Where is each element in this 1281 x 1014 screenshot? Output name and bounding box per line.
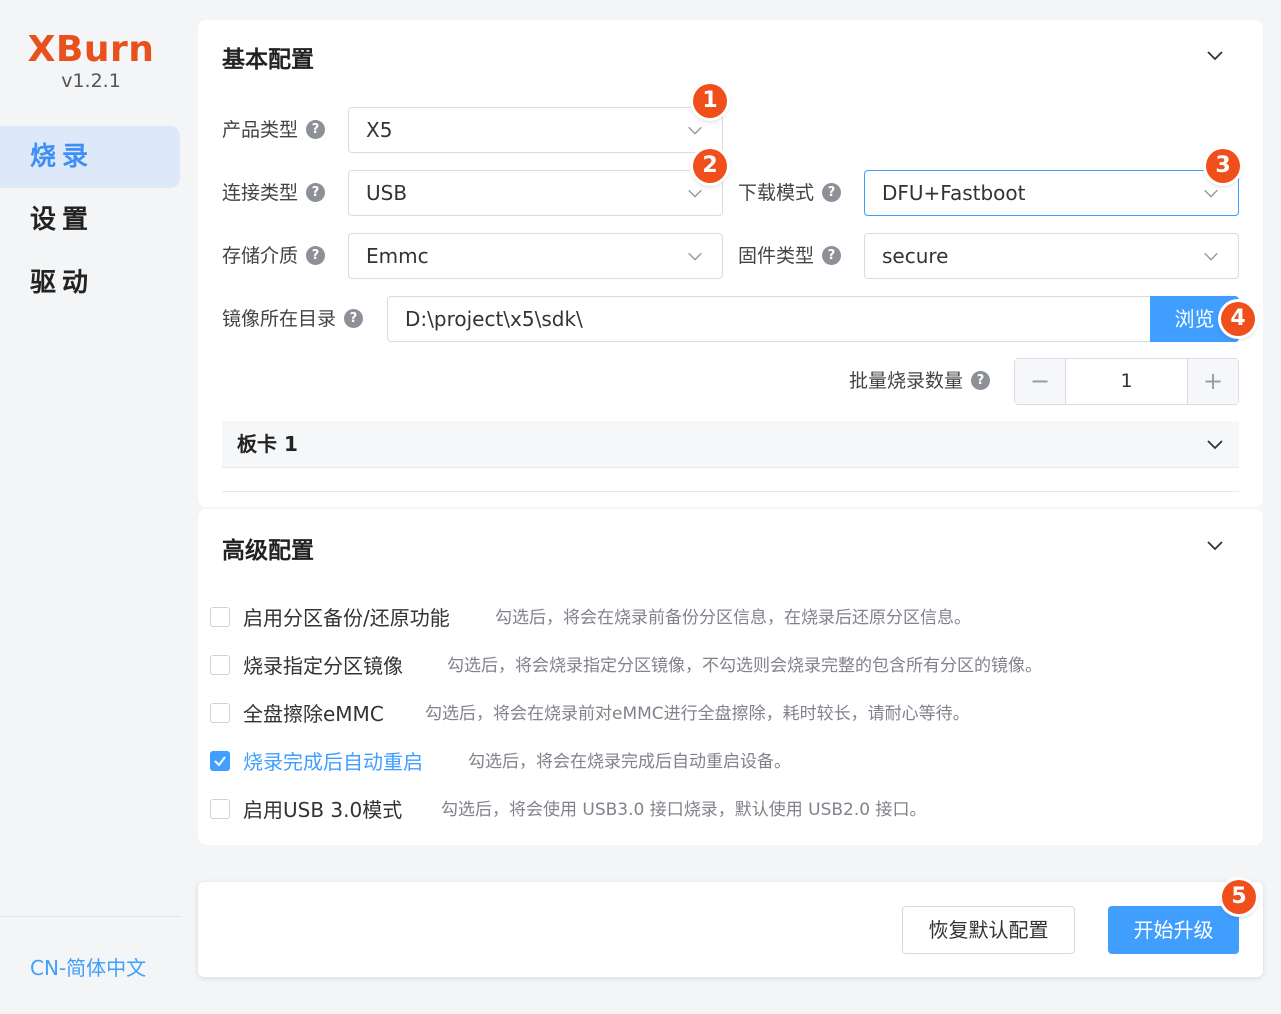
reset-defaults-button[interactable]: 恢复默认配置: [902, 906, 1075, 954]
option-label[interactable]: 启用分区备份/还原功能: [243, 603, 450, 633]
advanced-config-title: 高级配置: [222, 538, 314, 564]
option-label[interactable]: 全盘擦除eMMC: [243, 699, 384, 729]
checkbox[interactable]: [210, 607, 230, 627]
storage-select[interactable]: Emmc: [348, 233, 723, 279]
option-desc: 勾选后，将会在烧录完成后自动重启设备。: [468, 752, 791, 772]
decrement-button[interactable]: −: [1015, 359, 1066, 404]
help-icon[interactable]: ?: [306, 119, 326, 139]
chevron-down-icon: [688, 126, 702, 135]
batch-count-value[interactable]: 1: [1066, 359, 1187, 404]
advanced-collapse-chevron-icon[interactable]: [1205, 535, 1225, 555]
download-mode-label: 下载模式?: [738, 170, 842, 216]
checkbox-checked[interactable]: [210, 751, 230, 771]
option-desc: 勾选后，将会烧录指定分区镜像，不勾选则会烧录完整的包含所有分区的镜像。: [447, 656, 1042, 676]
board-title: 板卡 1: [237, 432, 298, 456]
option-label[interactable]: 启用USB 3.0模式: [243, 795, 402, 825]
increment-button[interactable]: +: [1187, 359, 1238, 404]
board-panel-header[interactable]: 板卡 1: [222, 421, 1239, 468]
connect-type-select[interactable]: USB: [348, 170, 723, 216]
checkbox[interactable]: [210, 655, 230, 675]
check-icon: [214, 756, 226, 767]
chevron-down-icon: [688, 189, 702, 198]
product-type-select[interactable]: X5: [348, 107, 723, 153]
app-version: v1.2.1: [61, 70, 121, 92]
nav-item-burn[interactable]: 烧录: [0, 126, 180, 188]
image-dir-label: 镜像所在目录?: [222, 296, 364, 342]
sidebar: XBurn v1.2.1 烧录 设置 驱动 CN-简体中文: [0, 0, 182, 1014]
image-dir-input[interactable]: D:\project\x5\sdk\: [387, 296, 1157, 342]
option-desc: 勾选后，将会使用 USB3.0 接口烧录，默认使用 USB2.0 接口。: [441, 800, 927, 820]
chevron-down-icon: [688, 252, 702, 261]
nav-item-settings[interactable]: 设置: [0, 189, 180, 251]
firmware-type-select[interactable]: secure: [864, 233, 1239, 279]
annotation-badge-1: 1: [693, 84, 727, 118]
chevron-down-icon: [1204, 189, 1218, 198]
help-icon[interactable]: ?: [306, 182, 326, 202]
help-icon[interactable]: ?: [344, 308, 364, 328]
firmware-type-label: 固件类型?: [738, 233, 842, 279]
download-mode-select[interactable]: DFU+Fastboot: [864, 170, 1239, 216]
annotation-badge-5: 5: [1222, 880, 1256, 914]
option-label[interactable]: 烧录指定分区镜像: [243, 651, 403, 681]
annotation-badge-4: 4: [1221, 302, 1255, 336]
product-type-label: 产品类型?: [222, 107, 326, 153]
batch-count-label: 批量烧录数量?: [849, 358, 991, 404]
language-switch[interactable]: CN-简体中文: [30, 952, 146, 981]
option-desc: 勾选后，将会在烧录前备份分区信息，在烧录后还原分区信息。: [495, 608, 971, 628]
app-logo: XBurn: [27, 29, 155, 70]
option-desc: 勾选后，将会在烧录前对eMMC进行全盘擦除，耗时较长，请耐心等待。: [425, 704, 970, 724]
basic-collapse-chevron-icon[interactable]: [1205, 45, 1225, 65]
checkbox[interactable]: [210, 799, 230, 819]
board-chevron-icon[interactable]: [1205, 434, 1225, 454]
option-label[interactable]: 烧录完成后自动重启: [243, 747, 423, 777]
board-divider: [222, 491, 1239, 492]
batch-count-stepper: − 1 +: [1014, 358, 1239, 405]
connect-type-label: 连接类型?: [222, 170, 326, 216]
storage-label: 存储介质?: [222, 233, 326, 279]
help-icon[interactable]: ?: [306, 245, 326, 265]
annotation-badge-2: 2: [693, 149, 727, 183]
help-icon[interactable]: ?: [822, 245, 842, 265]
basic-config-title: 基本配置: [222, 47, 314, 73]
annotation-badge-3: 3: [1206, 149, 1240, 183]
help-icon[interactable]: ?: [822, 182, 842, 202]
help-icon[interactable]: ?: [971, 370, 991, 390]
nav-item-driver[interactable]: 驱动: [0, 252, 180, 314]
start-upgrade-button[interactable]: 开始升级: [1108, 906, 1239, 954]
action-bar: [198, 882, 1263, 977]
sidebar-divider: [0, 916, 180, 917]
checkbox[interactable]: [210, 703, 230, 723]
chevron-down-icon: [1204, 252, 1218, 261]
